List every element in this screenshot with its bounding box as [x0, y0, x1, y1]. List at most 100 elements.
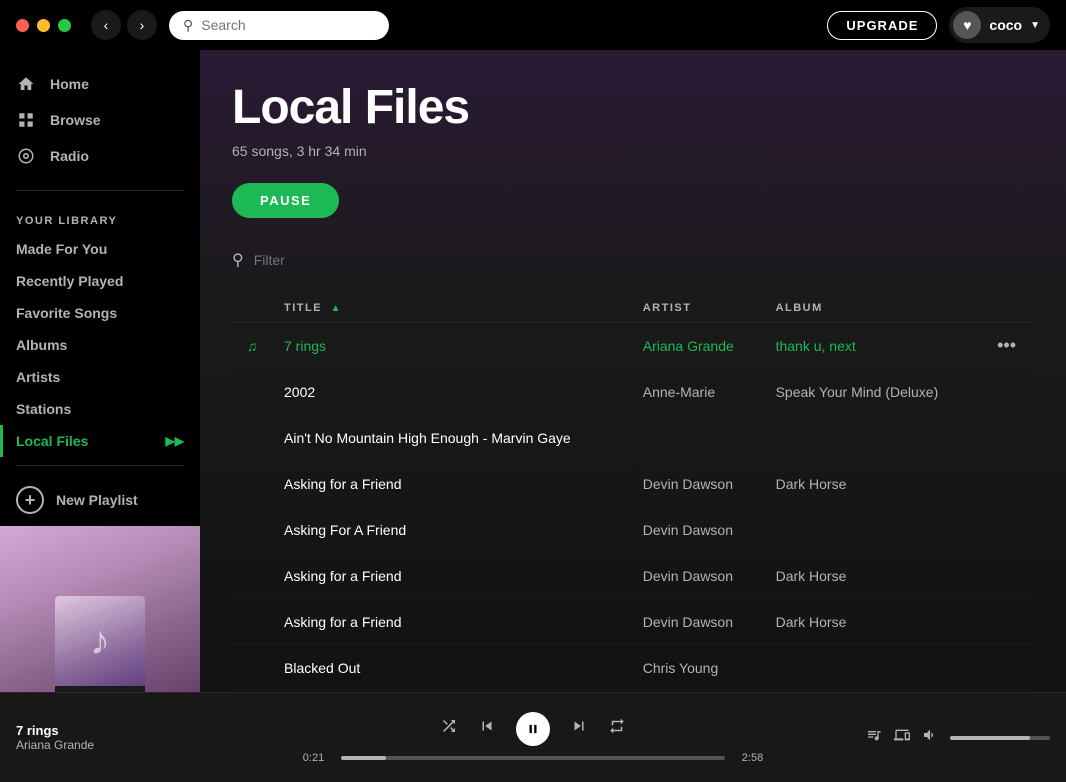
col-title[interactable]: TITLE ▲	[272, 294, 631, 323]
artist-link[interactable]: Devin Dawson	[643, 614, 733, 630]
upgrade-button[interactable]: UPGRADE	[827, 11, 937, 40]
table-row[interactable]: Blacked Out Chris Young •••	[232, 645, 1034, 691]
track-title-cell: Asking for a Friend	[272, 461, 631, 507]
album-link[interactable]: thank u, next	[776, 338, 856, 354]
forward-button[interactable]: ›	[127, 10, 157, 40]
sidebar-item-made-for-you[interactable]: Made For You	[0, 233, 200, 265]
album-link[interactable]: Dark Horse	[776, 568, 847, 584]
pause-button[interactable]: PAUSE	[232, 183, 339, 218]
player-track-details: 7 rings Ariana Grande	[16, 723, 94, 752]
sidebar-item-stations[interactable]: Stations	[0, 393, 200, 425]
shuffle-button[interactable]	[440, 717, 458, 740]
col-album: ALBUM	[764, 294, 980, 323]
sidebar-item-radio[interactable]: Radio	[0, 138, 200, 174]
track-actions-cell: •••	[979, 507, 1034, 553]
back-button[interactable]: ‹	[91, 10, 121, 40]
sidebar-item-artists[interactable]: Artists	[0, 361, 200, 393]
content-area: Local Files 65 songs, 3 hr 34 min PAUSE …	[200, 50, 1066, 692]
nav-arrows: ‹ ›	[91, 10, 157, 40]
album-link[interactable]: Speak Your Mind (Deluxe)	[776, 384, 939, 400]
sidebar-item-recently-played[interactable]: Recently Played	[0, 265, 200, 297]
plus-icon: +	[16, 486, 44, 514]
track-artist-cell: Devin Dawson	[631, 461, 764, 507]
artist-link[interactable]: Ariana Grande	[643, 338, 734, 354]
sidebar-label-recently-played: Recently Played	[16, 273, 123, 289]
radio-icon	[16, 146, 36, 166]
new-playlist-button[interactable]: + New Playlist	[0, 474, 200, 526]
sidebar-item-local-files[interactable]: Local Files ▶▶	[0, 425, 200, 457]
volume-bar[interactable]	[950, 736, 1050, 740]
search-input[interactable]	[201, 17, 361, 33]
sort-arrow-icon: ▲	[331, 303, 342, 314]
player-center: 0:21 2:58	[296, 712, 770, 764]
col-actions	[979, 294, 1034, 323]
more-options-button[interactable]: •••	[991, 333, 1022, 358]
sidebar-item-browse[interactable]: Browse	[0, 102, 200, 138]
filter-bar: ⚲	[232, 242, 1034, 278]
track-artist-cell	[631, 415, 764, 461]
repeat-button[interactable]	[608, 717, 626, 740]
maximize-button[interactable]	[58, 19, 71, 32]
sidebar-label-radio: Radio	[50, 148, 89, 164]
album-link[interactable]: Dark Horse	[776, 614, 847, 630]
track-title-cell: 7 rings	[272, 323, 631, 369]
table-row[interactable]: 2002 Anne-Marie Speak Your Mind (Deluxe)…	[232, 369, 1034, 415]
playing-indicator-cell	[232, 507, 272, 553]
track-artist-cell: Devin Dawson	[631, 553, 764, 599]
table-row[interactable]: Asking for a Friend Devin Dawson Dark Ho…	[232, 553, 1034, 599]
sidebar-label-browse: Browse	[50, 112, 101, 128]
next-button[interactable]	[570, 717, 588, 740]
album-link[interactable]: Dark Horse	[776, 476, 847, 492]
track-actions-cell: •••	[979, 461, 1034, 507]
player-track-artist: Ariana Grande	[16, 738, 94, 752]
table-row[interactable]: Asking for a Friend Devin Dawson Dark Ho…	[232, 599, 1034, 645]
col-spacer	[232, 294, 272, 323]
main-area: Home Browse Radio YOUR LIBRARY Made For …	[0, 50, 1066, 692]
play-pause-button[interactable]	[516, 712, 550, 746]
player-track-info: 7 rings Ariana Grande	[16, 723, 296, 752]
volume-icon[interactable]	[922, 727, 938, 748]
player-track-title: 7 rings	[16, 723, 94, 738]
user-name-label: coco	[989, 17, 1022, 33]
table-row[interactable]: Asking for a Friend Devin Dawson Dark Ho…	[232, 461, 1034, 507]
artist-link[interactable]: Anne-Marie	[643, 384, 715, 400]
now-playing-icon: ♫	[247, 338, 258, 354]
track-title-cell: 2002	[272, 369, 631, 415]
browse-icon	[16, 110, 36, 130]
table-row[interactable]: Asking For A Friend Devin Dawson •••	[232, 507, 1034, 553]
minimize-button[interactable]	[37, 19, 50, 32]
artist-link[interactable]: Chris Young	[643, 660, 719, 676]
artist-link[interactable]: Devin Dawson	[643, 522, 733, 538]
sidebar-item-favorite-songs[interactable]: Favorite Songs	[0, 297, 200, 329]
artist-link[interactable]: Devin Dawson	[643, 568, 733, 584]
table-row[interactable]: ♫ 7 rings Ariana Grande thank u, next ••…	[232, 323, 1034, 369]
player-controls	[440, 712, 626, 746]
playing-indicator-cell	[232, 645, 272, 691]
sidebar-divider-2	[16, 465, 184, 466]
track-actions-cell: •••	[979, 645, 1034, 691]
sidebar-label-made-for-you: Made For You	[16, 241, 107, 257]
artist-link[interactable]: Devin Dawson	[643, 476, 733, 492]
progress-bar-container: 0:21 2:58	[296, 752, 770, 764]
track-title-cell: Asking for a Friend	[272, 599, 631, 645]
track-table: TITLE ▲ ARTIST ALBUM ♫ 7 rings Ariana Gr…	[232, 294, 1034, 692]
previous-button[interactable]	[478, 717, 496, 740]
avatar: ♥	[953, 11, 981, 39]
page-meta: 65 songs, 3 hr 34 min	[232, 143, 1034, 159]
filter-input[interactable]	[254, 252, 1034, 268]
playing-indicator-cell	[232, 369, 272, 415]
table-row[interactable]: Ain't No Mountain High Enough - Marvin G…	[232, 415, 1034, 461]
playing-indicator-cell: ♫	[232, 323, 272, 369]
progress-track[interactable]	[341, 756, 725, 760]
playing-indicator-cell	[232, 553, 272, 599]
sidebar-item-home[interactable]: Home	[0, 66, 200, 102]
close-button[interactable]	[16, 19, 29, 32]
filter-icon: ⚲	[232, 250, 244, 270]
playing-indicator-cell	[232, 461, 272, 507]
sidebar-item-albums[interactable]: Albums	[0, 329, 200, 361]
sidebar-divider-1	[16, 190, 184, 191]
queue-button[interactable]	[866, 727, 882, 748]
user-menu[interactable]: ♥ coco ▼	[949, 7, 1050, 43]
devices-button[interactable]	[894, 727, 910, 748]
playing-indicator-cell	[232, 415, 272, 461]
